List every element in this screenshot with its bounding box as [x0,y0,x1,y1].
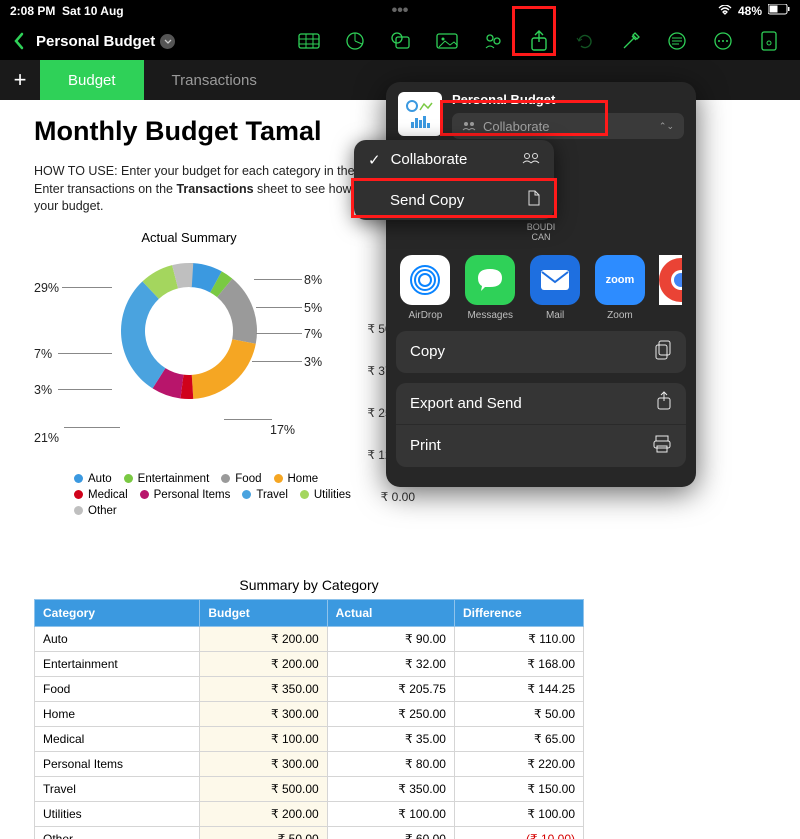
legend-item: Personal Items [140,489,231,501]
pct-label: 29% [34,281,59,295]
legend-item: Home [274,473,319,485]
summary-table: CategoryBudgetActualDifference Auto₹ 200… [34,599,584,839]
wifi-icon [718,4,732,18]
annotation-highlight [512,6,556,56]
copy-icon [654,340,672,364]
table-icon[interactable] [298,30,320,52]
action-copy[interactable]: Copy [396,331,686,373]
legend-item: Travel [242,489,288,501]
table-row[interactable]: Auto₹ 200.00₹ 90.00₹ 110.00 [35,626,584,651]
table-row[interactable]: Home₹ 300.00₹ 250.00₹ 50.00 [35,701,584,726]
multitask-dots-icon[interactable]: ••• [392,2,409,20]
pct-label: 3% [304,355,322,369]
share-app-mail[interactable]: Mail [530,255,581,321]
chart-icon[interactable] [344,30,366,52]
annotation-highlight [440,100,608,136]
chart-title: Actual Summary [44,230,334,245]
format-icon[interactable] [666,30,688,52]
table-row[interactable]: Utilities₹ 200.00₹ 100.00₹ 100.00 [35,801,584,826]
action-export-and-send[interactable]: Export and Send [396,383,686,425]
pct-label: 7% [304,327,322,341]
table-row[interactable]: Entertainment₹ 200.00₹ 32.00₹ 168.00 [35,651,584,676]
howto-text: HOW TO USE: Enter your budget for each c… [34,163,394,216]
table-header: Budget [200,599,327,626]
share-icon [656,391,672,415]
action-print[interactable]: Print [396,425,686,467]
shape-icon[interactable] [390,30,412,52]
pct-label: 21% [34,431,59,445]
image-icon[interactable] [436,30,458,52]
tab-budget[interactable]: Budget [40,60,144,100]
collab-icon[interactable] [482,30,504,52]
table-row[interactable]: Other₹ 50.00₹ 60.00(₹ 10.00) [35,826,584,839]
table-title: Summary by Category [34,577,584,593]
chart-legend: Auto Entertainment Food Home Medical Personal… [74,473,364,521]
pct-label: 7% [34,347,52,361]
people-icon [522,151,540,168]
table-row[interactable]: Food₹ 350.00₹ 205.75₹ 144.25 [35,676,584,701]
status-bar: 2:08 PM Sat 10 Aug ••• 48% [0,0,800,22]
legend-item: Entertainment [124,473,210,485]
doc-thumbnail [398,92,442,136]
legend-item: Other [74,505,117,517]
updown-icon: ⌃⌄ [659,121,674,132]
table-row[interactable]: Medical₹ 100.00₹ 35.00₹ 65.00 [35,726,584,751]
undo-icon[interactable] [574,30,596,52]
battery-icon [768,4,790,18]
pct-label: 17% [270,423,295,437]
doc-title[interactable]: Personal Budget [36,33,175,50]
table-header: Difference [454,599,583,626]
table-header: Category [35,599,200,626]
pct-label: 3% [34,383,52,397]
legend-item: Food [221,473,261,485]
legend-item: Medical [74,489,128,501]
chevron-down-icon [160,34,175,49]
more-icon[interactable] [712,30,734,52]
tools-icon[interactable] [620,30,642,52]
table-header: Actual [327,599,454,626]
legend-item: Auto [74,473,112,485]
share-apps-row: AirDrop Messages Mail zoomZoom [386,251,696,331]
print-icon [652,435,672,457]
legend-item: Utilities [300,489,351,501]
tab-transactions[interactable]: Transactions [144,60,285,100]
pct-label: 5% [304,301,322,315]
share-app-messages[interactable]: Messages [465,255,516,321]
pct-label: 8% [304,273,322,287]
table-row[interactable]: Travel₹ 500.00₹ 350.00₹ 150.00 [35,776,584,801]
donut-chart: 29% 8% 5% 7% 3% 17% 21% 3% 7% [34,251,344,461]
check-icon: ✓ [368,151,381,169]
share-app-zoom[interactable]: zoomZoom [595,255,646,321]
toolbar: Personal Budget [0,22,800,60]
doc-settings-icon[interactable] [758,30,780,52]
battery-pct: 48% [738,4,762,18]
share-app-chrome[interactable] [659,255,682,321]
back-icon[interactable] [8,30,30,52]
share-app-airdrop[interactable]: AirDrop [400,255,451,321]
table-row[interactable]: Personal Items₹ 300.00₹ 80.00₹ 220.00 [35,751,584,776]
add-sheet-button[interactable]: + [0,60,40,100]
status-date: Sat 10 Aug [62,4,124,18]
annotation-highlight [351,178,557,218]
dropdown-collaborate[interactable]: ✓ Collaborate [354,140,554,180]
status-time: 2:08 PM [10,4,55,18]
